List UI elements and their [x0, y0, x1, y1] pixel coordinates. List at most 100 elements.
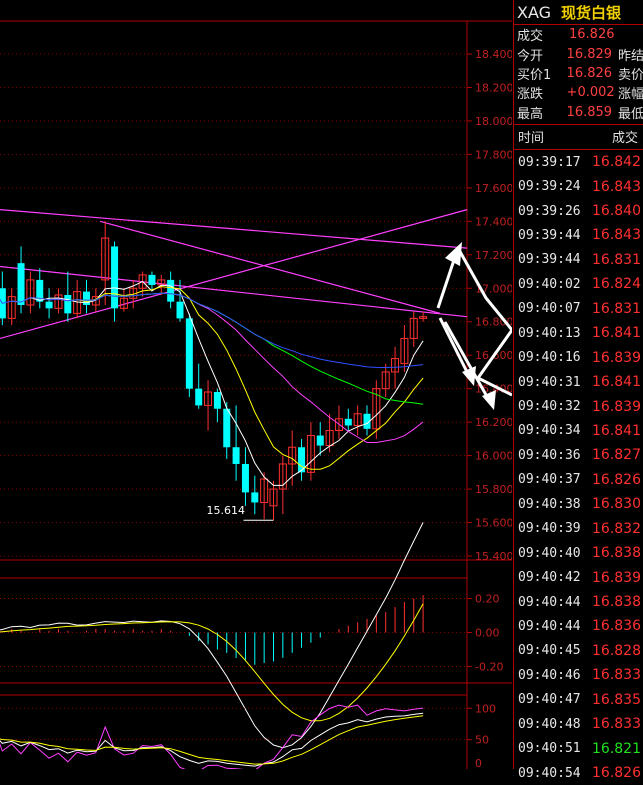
quote-row: 涨跌 +0.002 涨幅	[514, 83, 643, 102]
tick-time: 09:39:44	[518, 252, 581, 268]
tick-price: 16.831	[592, 251, 641, 268]
symbol-header: XAG 现货白银	[514, 0, 643, 25]
macd-tick-label: -0.20	[475, 660, 503, 673]
tick-price: 16.824	[592, 276, 641, 293]
tick-time: 09:39:26	[518, 203, 581, 219]
tick-list[interactable]: 09:39:17 16.842 09:39:24 16.843 09:39:26 16.8…	[514, 150, 643, 785]
tick-row: 09:40:48 16.833	[514, 712, 643, 736]
tick-time: 09:40:46	[518, 667, 581, 683]
quote-extra-label: 涨幅	[617, 87, 643, 103]
quote-value: 16.829	[566, 46, 613, 62]
macd-dif-line	[0, 522, 424, 749]
tick-time: 09:40:47	[518, 692, 581, 708]
tick-price-header: 成交	[611, 131, 638, 147]
tick-row: 09:40:37 16.826	[514, 468, 643, 492]
price-tick-label: 17.800	[475, 148, 512, 161]
kline-chart-area[interactable]: 18.400 18.200 18.000 17.800 17.600 17.400 17.2…	[0, 0, 514, 772]
kdj-tick-label: 0	[475, 757, 482, 769]
quote-side-panel: XAG 现货白银 成交 16.826 今开 16.829 昨结 买价1 16.826 卖价 涨跌…	[513, 0, 643, 781]
tick-row: 09:40:16 16.839	[514, 345, 643, 369]
tick-price: 16.832	[592, 520, 641, 537]
candle-body-down	[64, 294, 72, 314]
chart-canvas: 18.400 18.200 18.000 17.800 17.600 17.400 17.2…	[0, 20, 514, 772]
price-tick-label: 15.600	[475, 517, 512, 530]
symbol-name: 现货白银	[561, 3, 622, 22]
low-price-label: 15.614	[207, 504, 246, 517]
tick-time: 09:40:39	[518, 521, 581, 537]
quote-label: 今开	[517, 48, 544, 64]
tick-time: 09:40:02	[518, 276, 581, 292]
candle-body-down	[148, 274, 156, 285]
kdj-tick-label: 50	[475, 734, 489, 747]
tick-price: 16.838	[592, 594, 641, 611]
tick-price: 16.840	[592, 203, 641, 220]
quote-extra-label: 昨结	[617, 48, 643, 64]
tick-price: 16.839	[592, 349, 641, 366]
quote-summary: 成交 16.826 今开 16.829 昨结 买价1 16.826 卖价 涨跌 +0.002 涨幅最…	[514, 25, 643, 125]
tick-row: 09:40:31 16.841	[514, 370, 643, 394]
tick-row: 09:40:42 16.839	[514, 565, 643, 589]
candle-body-down	[316, 435, 324, 446]
tick-row: 09:40:38 16.830	[514, 492, 643, 516]
price-tick-label: 16.000	[475, 450, 512, 463]
tick-time: 09:40:45	[518, 643, 581, 659]
quote-row: 今开 16.829 昨结	[514, 44, 643, 64]
quote-value: 16.826	[569, 27, 615, 43]
tick-time: 09:40:40	[518, 545, 581, 561]
tick-time: 09:40:13	[518, 325, 581, 341]
tick-price: 16.841	[592, 374, 641, 391]
tick-row: 09:39:24 16.843	[514, 174, 643, 198]
quote-value: +0.002	[566, 85, 615, 101]
candle-body-down	[45, 301, 53, 309]
trend-line	[99, 220, 441, 314]
tick-row: 09:40:34 16.841	[514, 419, 643, 443]
tick-time: 09:40:36	[518, 447, 581, 463]
price-tick-label: 16.200	[475, 416, 512, 429]
tick-row: 09:40:54 16.826	[514, 761, 643, 785]
tick-price: 16.839	[592, 398, 641, 415]
tick-price: 16.826	[592, 471, 641, 488]
candle-body-down	[213, 392, 221, 409]
price-tick-label: 18.000	[475, 115, 512, 128]
quote-label: 最高	[517, 106, 544, 122]
tick-price: 16.841	[592, 325, 641, 342]
ma30-line	[67, 292, 424, 405]
tick-price: 16.835	[592, 691, 641, 708]
tick-row: 09:40:40 16.838	[514, 541, 643, 565]
tick-time: 09:40:38	[518, 496, 581, 512]
candle-body-down	[344, 418, 352, 426]
quote-label: 买价1	[517, 67, 552, 83]
candle-body-down	[185, 318, 193, 389]
candle-body-down	[195, 388, 203, 406]
tick-time: 09:40:42	[518, 570, 581, 586]
tick-row: 09:40:45 16.828	[514, 639, 643, 663]
tick-price: 16.839	[592, 569, 641, 586]
tick-row: 09:39:44 16.843	[514, 223, 643, 247]
tick-row: 09:40:07 16.831	[514, 297, 643, 321]
tick-time: 09:40:44	[518, 594, 581, 610]
tick-time: 09:40:16	[518, 350, 581, 366]
tick-time: 09:40:54	[518, 765, 581, 781]
macd-tick-label: 0.00	[475, 627, 500, 640]
tick-time: 09:40:32	[518, 399, 581, 415]
tick-price: 16.843	[592, 227, 641, 244]
tick-row: 09:40:13 16.841	[514, 321, 643, 345]
tick-time: 09:39:17	[518, 154, 581, 170]
tick-row: 09:40:51 16.821	[514, 736, 643, 760]
quote-value: 16.826	[566, 65, 613, 81]
quote-row: 买价1 16.826 卖价	[514, 64, 643, 83]
tick-row: 09:40:47 16.835	[514, 688, 643, 712]
price-tick-label: 15.800	[475, 483, 512, 496]
tick-price: 16.836	[592, 618, 641, 635]
price-tick-label: 18.400	[475, 48, 512, 61]
tick-row: 09:40:32 16.839	[514, 394, 643, 418]
price-tick-label: 17.600	[475, 182, 512, 195]
quote-label: 涨跌	[517, 87, 544, 103]
quote-label: 成交	[517, 29, 544, 45]
candle-body-down	[167, 279, 175, 302]
candle-body-down	[176, 301, 184, 319]
quote-value: 16.859	[566, 104, 613, 120]
candle-body-down	[232, 447, 240, 464]
tick-price: 16.827	[592, 447, 641, 464]
tick-time-header: 时间	[518, 131, 545, 147]
